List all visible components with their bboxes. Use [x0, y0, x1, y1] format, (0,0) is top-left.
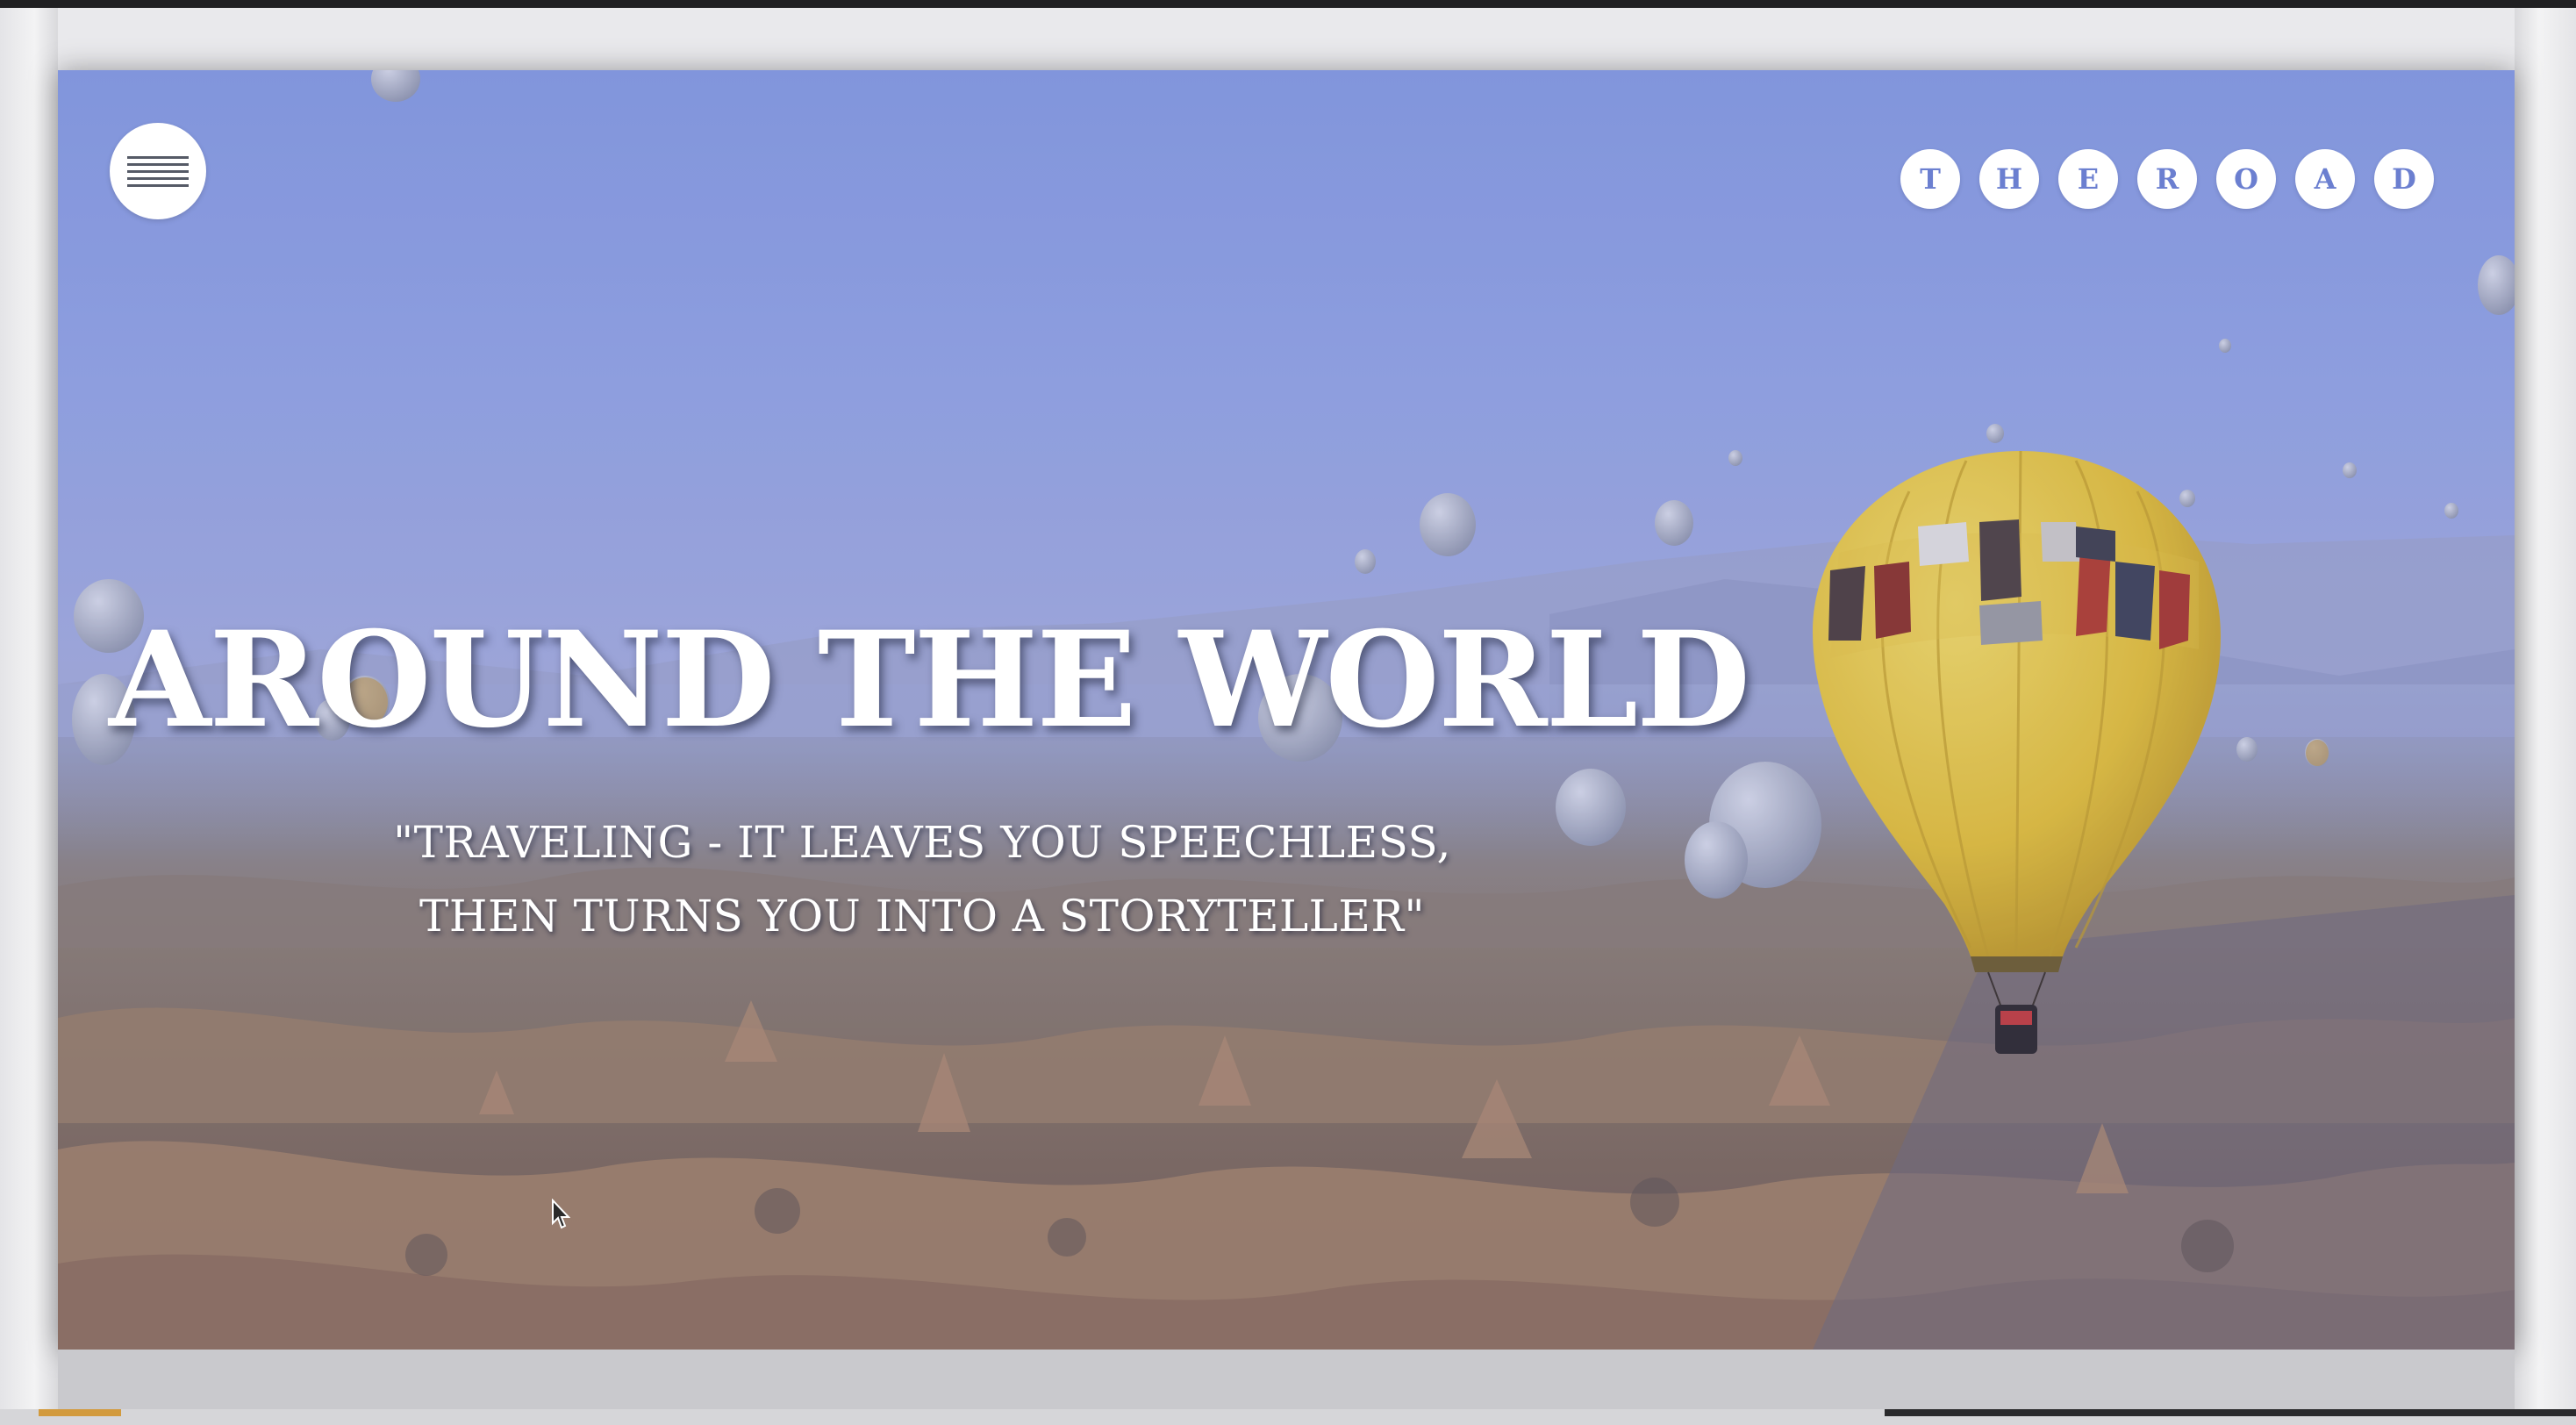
hero-quote: "TRAVELING - IT LEAVES YOU SPEECHLESS, T… [233, 806, 1611, 953]
logo-letter: R [2137, 149, 2197, 209]
hero-title: AROUND THE WORLD [109, 603, 1750, 757]
hero-footer-bar [58, 1350, 2515, 1409]
hamburger-menu-button[interactable] [110, 123, 206, 219]
page-margin-left [0, 8, 58, 1412]
site-logo-theroad[interactable]: T H E R O A D [1900, 149, 2434, 209]
hamburger-icon-line [127, 170, 189, 173]
hero-quote-line-1: "TRAVELING - IT LEAVES YOU SPEECHLESS, [393, 817, 1451, 868]
page-margin-right [2515, 8, 2576, 1412]
logo-letter: D [2374, 149, 2434, 209]
hamburger-icon-line [127, 184, 189, 187]
hamburger-icon-line [127, 156, 189, 159]
hamburger-icon-line [127, 163, 189, 166]
screen-bottom-strip [0, 1409, 2576, 1425]
progress-accent [39, 1409, 121, 1416]
hamburger-icon-line [127, 177, 189, 180]
mouse-cursor-icon [552, 1199, 570, 1229]
hero-section: T H E R O A D AROUND THE WORLD "TRAVELIN… [58, 70, 2515, 1350]
logo-letter: T [1900, 149, 1960, 209]
taskbar-strip [1885, 1409, 2576, 1416]
logo-letter: O [2216, 149, 2276, 209]
logo-letter: E [2058, 149, 2118, 209]
hero-quote-line-2: THEN TURNS YOU INTO A STORYTELLER" [419, 891, 1425, 942]
logo-letter: H [1979, 149, 2039, 209]
logo-letter: A [2295, 149, 2355, 209]
screen-top-strip [0, 0, 2576, 8]
